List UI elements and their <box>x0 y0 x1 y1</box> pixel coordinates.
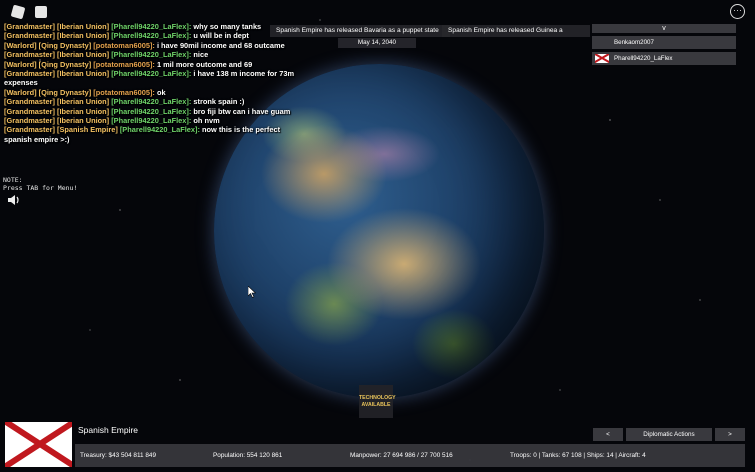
chat-line: [Warlord] [Qing Dynasty] [potatoman6005]… <box>4 41 304 50</box>
notification-banner: Spanish Empire has released Bavaria as a… <box>270 25 450 37</box>
previous-button[interactable]: < <box>593 428 623 441</box>
chat-username: [Pharell94220_LaFlex]: <box>111 116 192 126</box>
country-name: Spanish Empire <box>78 425 139 435</box>
player-name: Pharell94220_LaFlex <box>614 55 673 62</box>
chat-username: [potatoman6005]: <box>93 40 155 50</box>
chat-tag: [Iberian Union] <box>57 22 110 31</box>
chat-tag: [Grandmaster] <box>4 50 55 60</box>
chat-tag: [Qing Dynasty] <box>38 59 92 69</box>
chat-tag: [Iberian Union] <box>57 97 110 107</box>
player-name: Benkaom2007 <box>614 39 654 46</box>
player-row[interactable]: Benkaom2007 <box>592 36 736 49</box>
note-text: NOTE: Press TAB for Menu! <box>3 176 77 192</box>
next-button[interactable]: > <box>715 428 745 441</box>
player-list-toggle[interactable]: v <box>592 24 736 33</box>
chat-line: [Grandmaster] [Spanish Empire] [Pharell9… <box>4 125 304 144</box>
chat-tag: [Grandmaster] <box>4 31 55 41</box>
chat-tag: [Iberian Union] <box>57 116 110 126</box>
chat-line: [Warlord] [Qing Dynasty] [potatoman6005]… <box>4 88 304 97</box>
chat-username: [Pharell94220_LaFlex]: <box>111 31 192 41</box>
chat-message: why so many tanks <box>193 22 262 31</box>
country-flag <box>5 422 72 467</box>
manpower-stat: Manpower: 27 694 986 / 27 700 516 <box>350 452 453 459</box>
chat-tag: [Warlord] <box>4 59 37 69</box>
game-date: May 14, 2040 <box>338 38 416 48</box>
chat-tag: [Grandmaster] <box>4 69 55 79</box>
stats-bar: Treasury: $43 504 811 849 Population: 55… <box>75 444 745 467</box>
technology-available-button[interactable]: TECHNOLOGY AVAILABLE <box>359 385 396 418</box>
note-hint: Press TAB for Menu! <box>3 184 78 192</box>
chat-tag: [Grandmaster] <box>4 116 55 126</box>
chat-tag: [Grandmaster] <box>4 106 55 116</box>
chat-message: i have 90mil income and 68 outcame <box>156 40 285 50</box>
chat-username: [Pharell94220_LaFlex]: <box>111 50 192 60</box>
chat-message: nice <box>193 50 209 60</box>
speaker-icon[interactable] <box>7 194 21 206</box>
player-flag-icon <box>595 54 609 63</box>
chat-log: [Grandmaster] [Iberian Union] [Pharell94… <box>4 22 304 144</box>
chat-tag: [Grandmaster] <box>4 125 55 135</box>
notification-banner: Spanish Empire has released Guinea a <box>442 25 590 37</box>
chat-username: [Pharell94220_LaFlex]: <box>111 106 192 116</box>
diplomacy-controls: < Diplomatic Actions > <box>593 428 745 441</box>
tech-label-line1: TECHNOLOGY <box>359 395 396 401</box>
chat-username: [potatoman6005]: <box>93 87 155 97</box>
population-stat: Population: 554 120 861 <box>213 452 283 459</box>
chat-tag: [Iberian Union] <box>57 69 110 79</box>
chat-tag: [Warlord] <box>4 40 37 50</box>
player-row[interactable]: Pharell94220_LaFlex <box>592 52 736 65</box>
chat-icon[interactable] <box>35 6 47 18</box>
chat-message: ok <box>156 87 166 97</box>
chat-tag: [Spanish Empire] <box>57 125 118 135</box>
military-stat: Troops: 0 | Tanks: 67 108 | Ships: 14 | … <box>510 452 646 459</box>
chat-message: 1 mil more outcome and 69 <box>156 59 253 69</box>
chat-tag: [Iberian Union] <box>57 50 110 60</box>
chat-tag: [Iberian Union] <box>57 31 110 41</box>
chat-line: [Grandmaster] [Iberian Union] [Pharell94… <box>4 107 304 116</box>
chat-line: [Warlord] [Qing Dynasty] [potatoman6005]… <box>4 60 304 69</box>
chat-message: u will be in dept <box>193 31 249 41</box>
chat-line: [Grandmaster] [Iberian Union] [Pharell94… <box>4 22 304 31</box>
player-list: v Benkaom2007 Pharell94220_LaFlex <box>592 24 736 65</box>
chat-username: [Pharell94220_LaFlex]: <box>111 69 192 79</box>
chat-username: [Pharell94220_LaFlex]: <box>111 22 192 31</box>
chat-tag: [Qing Dynasty] <box>38 87 92 97</box>
chat-message: stronk spain :) <box>193 97 245 107</box>
chat-tag: [Qing Dynasty] <box>38 40 92 50</box>
treasury-stat: Treasury: $43 504 811 849 <box>80 452 157 459</box>
chat-line: [Grandmaster] [Iberian Union] [Pharell94… <box>4 97 304 106</box>
chat-tag: [Warlord] <box>4 87 37 97</box>
mouse-cursor-icon <box>248 286 256 298</box>
chat-message: oh nvm <box>193 116 220 126</box>
chat-tag: [Iberian Union] <box>57 106 110 116</box>
menu-icon[interactable]: ··· <box>730 4 745 19</box>
note-title: NOTE: <box>3 176 23 184</box>
chat-message: bro fiji btw can i have guam <box>193 106 291 116</box>
chat-username: [potatoman6005]: <box>93 59 155 69</box>
chat-line: [Grandmaster] [Iberian Union] [Pharell94… <box>4 69 304 88</box>
chat-username: [Pharell94220_LaFlex]: <box>119 125 200 135</box>
chat-username: [Pharell94220_LaFlex]: <box>111 97 192 107</box>
chat-line: [Grandmaster] [Iberian Union] [Pharell94… <box>4 31 304 40</box>
diplomatic-actions-button[interactable]: Diplomatic Actions <box>626 428 712 441</box>
chat-tag: [Grandmaster] <box>4 22 55 31</box>
chat-line: [Grandmaster] [Iberian Union] [Pharell94… <box>4 50 304 59</box>
tech-label-line2: AVAILABLE <box>361 401 391 408</box>
chat-tag: [Grandmaster] <box>4 97 55 107</box>
